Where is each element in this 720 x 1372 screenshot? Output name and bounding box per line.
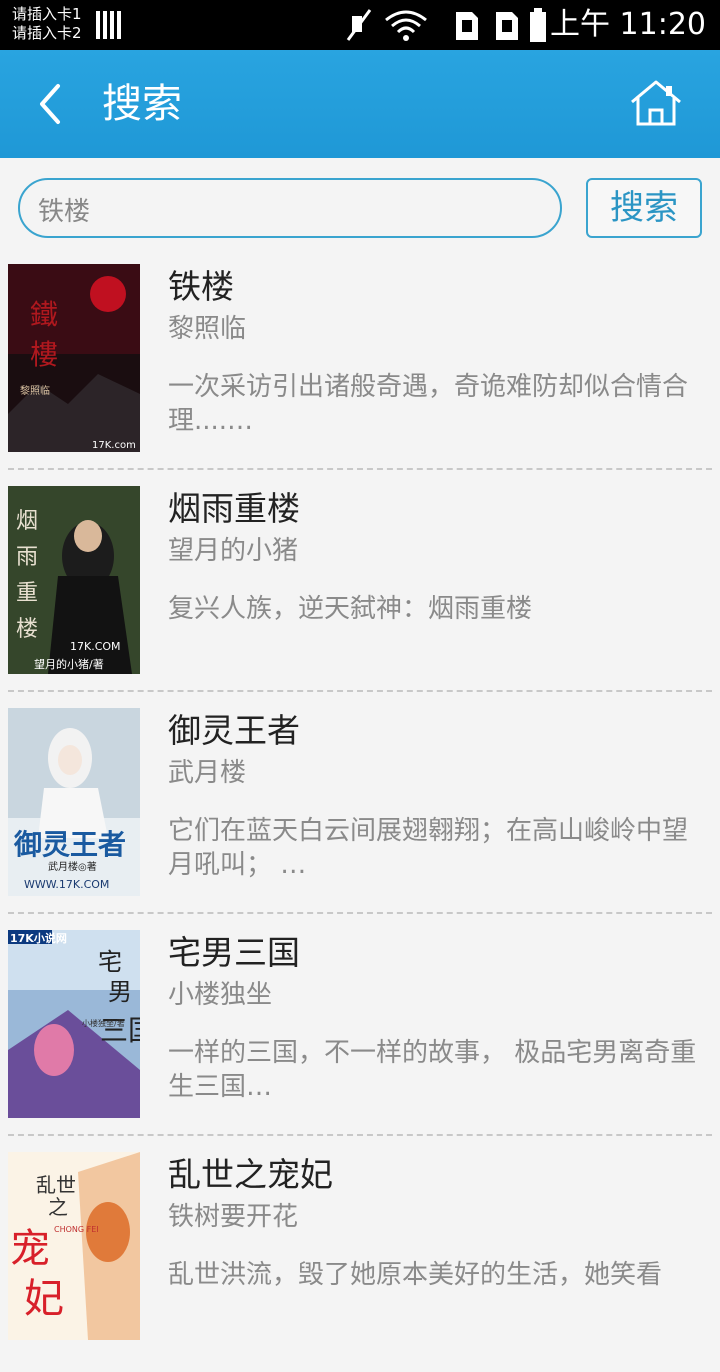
list-item[interactable]: 御灵王者 武月楼◎著 WWW.17K.COM 御灵王者 武月楼 它们在蓝天白云间… bbox=[0, 706, 720, 928]
book-title[interactable]: 铁楼 bbox=[168, 266, 234, 308]
cover-author: 黎照临 bbox=[20, 384, 50, 397]
book-title[interactable]: 乱世之宠妃 bbox=[168, 1154, 333, 1196]
home-icon[interactable] bbox=[626, 78, 686, 130]
sim-card-icon bbox=[456, 12, 518, 40]
search-button[interactable]: 搜索 bbox=[586, 178, 702, 238]
svg-text:樓: 樓 bbox=[30, 338, 58, 371]
svg-text:男: 男 bbox=[108, 978, 132, 1006]
list-item[interactable]: 17K小说网 宅 男 三国 小楼独坐/著 宅男三国 小楼独坐 一样的三国，不一样… bbox=[0, 928, 720, 1150]
svg-text:17K.COM: 17K.COM bbox=[70, 640, 121, 653]
book-title[interactable]: 御灵王者 bbox=[168, 710, 300, 752]
svg-text:御灵王者: 御灵王者 bbox=[13, 828, 126, 861]
status-bar: 请插入卡1 请插入卡2 上午 11:20 bbox=[0, 0, 720, 50]
clock: 上午 11:20 bbox=[550, 7, 706, 42]
book-cover: 烟 雨 重 楼 17K.COM 望月的小猪/著 bbox=[8, 486, 140, 674]
search-results: 鐵 樓 黎照临 17K.com 铁楼 黎照临 一次采访引出诸般奇遇，奇诡难防却似… bbox=[0, 262, 720, 1372]
svg-text:烟: 烟 bbox=[16, 509, 38, 534]
svg-text:之: 之 bbox=[48, 1195, 68, 1219]
divider bbox=[8, 912, 712, 914]
book-title[interactable]: 烟雨重楼 bbox=[168, 488, 300, 530]
sim-status: 请插入卡1 请插入卡2 bbox=[12, 5, 82, 43]
book-description: 一次采访引出诸般奇遇，奇诡难防却似合情合理....… bbox=[168, 372, 689, 436]
battery-icon bbox=[530, 8, 546, 42]
search-input[interactable] bbox=[36, 188, 540, 230]
svg-text:宠: 宠 bbox=[10, 1226, 50, 1272]
book-description: 复兴人族，逆天弑神：烟雨重楼 bbox=[168, 594, 533, 624]
book-cover: 17K小说网 宅 男 三国 小楼独坐/著 bbox=[8, 930, 140, 1118]
svg-text:望月的小猪/著: 望月的小猪/著 bbox=[34, 657, 104, 671]
book-author: 黎照临 bbox=[168, 314, 247, 344]
book-cover: 乱世 之 宠 妃 CHONG FEI bbox=[8, 1152, 140, 1340]
book-description: 它们在蓝天白云间展翅翱翔；在高山峻岭中望月吼叫； … bbox=[168, 816, 689, 880]
svg-text:重: 重 bbox=[16, 581, 38, 606]
svg-text:武月楼◎著: 武月楼◎著 bbox=[48, 860, 97, 873]
svg-text:WWW.17K.COM: WWW.17K.COM bbox=[24, 878, 109, 891]
book-author: 武月楼 bbox=[168, 758, 247, 788]
chevron-left-icon[interactable] bbox=[28, 76, 80, 132]
app-header: 搜索 bbox=[0, 50, 720, 158]
book-description: 一样的三国，不一样的故事， 极品宅男离奇重生三国… bbox=[168, 1038, 697, 1102]
svg-text:楼: 楼 bbox=[16, 617, 38, 642]
book-cover: 鐵 樓 黎照临 17K.com bbox=[8, 264, 140, 452]
search-field[interactable] bbox=[18, 178, 562, 238]
book-author: 铁树要开花 bbox=[168, 1202, 299, 1232]
divider bbox=[8, 468, 712, 470]
book-title[interactable]: 宅男三国 bbox=[168, 932, 300, 974]
svg-text:雨: 雨 bbox=[16, 545, 38, 570]
svg-text:CHONG FEI: CHONG FEI bbox=[54, 1225, 99, 1234]
svg-text:宅: 宅 bbox=[98, 948, 122, 976]
sim1-text: 请插入卡1 bbox=[12, 5, 82, 23]
book-author: 望月的小猪 bbox=[168, 536, 299, 566]
book-author: 小楼独坐 bbox=[168, 980, 273, 1010]
mute-icon bbox=[346, 9, 372, 41]
status-icons bbox=[346, 8, 546, 42]
svg-text:小楼独坐/著: 小楼独坐/著 bbox=[82, 1018, 125, 1028]
signal-icon bbox=[96, 11, 122, 39]
list-item[interactable]: 烟 雨 重 楼 17K.COM 望月的小猪/著 烟雨重楼 望月的小猪 复兴人族，… bbox=[0, 484, 720, 706]
svg-text:17K小说网: 17K小说网 bbox=[10, 931, 67, 945]
book-description: 乱世洪流，毁了她原本美好的生活，她笑看 bbox=[168, 1260, 663, 1290]
svg-text:妃: 妃 bbox=[24, 1276, 64, 1322]
divider bbox=[8, 1134, 712, 1136]
cover-badge: 17K.com bbox=[92, 440, 136, 451]
list-item[interactable]: 乱世 之 宠 妃 CHONG FEI 乱世之宠妃 铁树要开花 乱世洪流，毁了她原… bbox=[0, 1150, 720, 1372]
list-item[interactable]: 鐵 樓 黎照临 17K.com 铁楼 黎照临 一次采访引出诸般奇遇，奇诡难防却似… bbox=[0, 262, 720, 484]
svg-text:乱世: 乱世 bbox=[36, 1173, 76, 1197]
cover-title: 鐵 bbox=[30, 298, 58, 331]
divider bbox=[8, 690, 712, 692]
book-cover: 御灵王者 武月楼◎著 WWW.17K.COM bbox=[8, 708, 140, 896]
page-title: 搜索 bbox=[102, 81, 182, 127]
wifi-icon bbox=[385, 10, 427, 41]
sim2-text: 请插入卡2 bbox=[12, 24, 82, 42]
